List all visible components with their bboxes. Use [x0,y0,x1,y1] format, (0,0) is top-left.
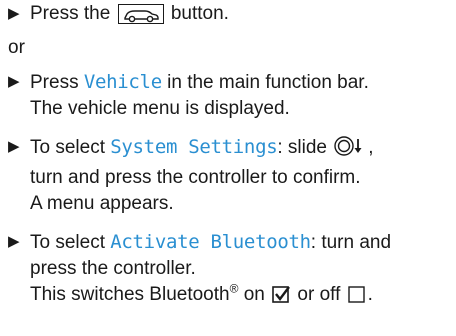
menu-keyword-activate-bluetooth: Activate Bluetooth [110,231,311,253]
step-press-vehicle-button: ▶ Press the button. [8,1,454,27]
step-text: or off [292,284,346,305]
step-result: This switches Bluetooth® on or off . [30,282,454,308]
bullet-arrow-icon: ▶ [8,5,20,22]
step-line: turn and press the controller to confirm… [30,167,361,188]
step-result: A menu appears. [30,193,174,214]
step-line: press the controller. [30,258,196,279]
bullet-arrow-icon: ▶ [8,73,20,90]
step-text: in the main function bar. [161,72,369,93]
car-icon [123,10,159,23]
step-text: To select [30,137,111,158]
step-text: button. [170,3,229,24]
controller-icon [334,136,362,156]
step-text: . [367,284,373,305]
step-text: , [368,137,374,158]
step-line: To select System Settings: slide , [30,134,454,165]
step-line: Press the button. [30,1,454,27]
step-text: on [238,284,271,305]
instructions: ▶ Press the button. or ▶ Press Vehicle i… [8,0,454,308]
step-result: The vehicle menu is displayed. [30,98,290,119]
step-text: Press [30,72,84,93]
bullet-arrow-icon: ▶ [8,233,20,250]
checkbox-checked-icon [272,285,291,303]
step-activate-bluetooth: ▶ To select Activate Bluetooth: turn and… [8,229,454,308]
bullet-arrow-icon: ▶ [8,138,20,155]
step-line: To select Activate Bluetooth: turn and [30,229,454,256]
step-text: : slide [277,137,327,158]
step-press-vehicle: ▶ Press Vehicle in the main function bar… [8,69,454,122]
or-separator: or [8,37,25,58]
step-text: Press the [30,3,111,24]
step-text: : turn and [310,232,392,253]
step-select-system-settings: ▶ To select System Settings: slide , tur… [8,134,454,217]
step-text: To select [30,232,111,253]
step-text: This switches Bluetooth [30,284,230,305]
controller-slide-down-icon [333,135,367,165]
menu-keyword-vehicle: Vehicle [83,71,162,93]
checkbox-unchecked-icon [347,285,366,303]
vehicle-button-icon [117,4,164,24]
step-line: Press Vehicle in the main function bar. [30,69,454,96]
menu-keyword-system-settings: System Settings [110,136,278,158]
